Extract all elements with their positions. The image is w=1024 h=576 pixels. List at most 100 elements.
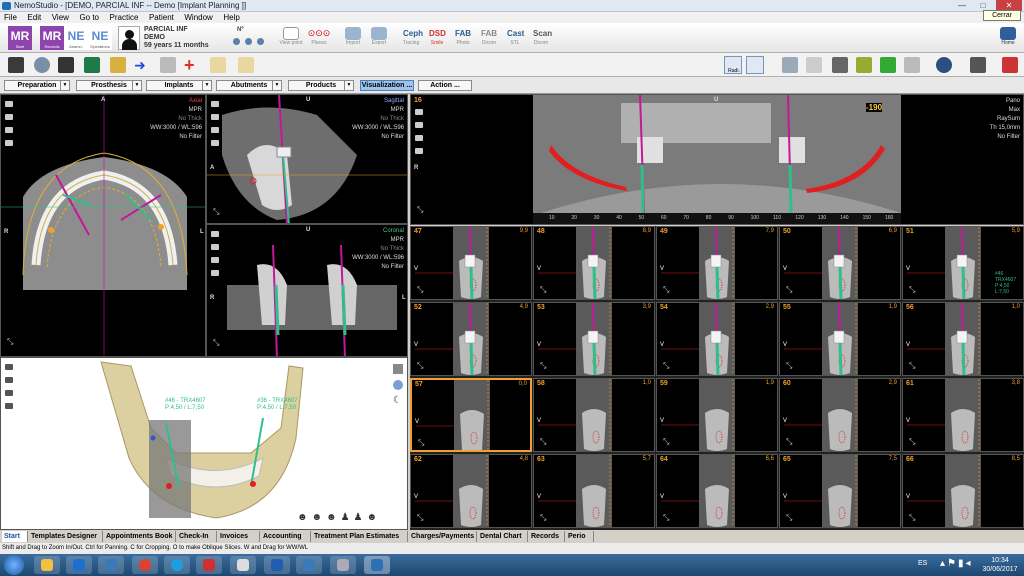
model-3d-view[interactable]: #46 - TRX4607 P:4,50 / L:7,50 #36 - TRX4…: [0, 357, 408, 530]
picture-icon[interactable]: [5, 377, 13, 383]
taskbar-outlook[interactable]: [264, 556, 290, 574]
start-tile[interactable]: MR Start: [8, 26, 32, 50]
face-views[interactable]: ☻☻☻♟♟☻: [297, 512, 381, 523]
crosshair-icon[interactable]: +: [184, 56, 200, 74]
picture-icon[interactable]: [415, 122, 423, 128]
implants-dropdown[interactable]: Implants ▼: [146, 80, 212, 91]
cross-section-52[interactable]: 52 4,9 V ⤡: [410, 302, 532, 376]
cross-section-48[interactable]: 48 8,9 V ⤡: [533, 226, 655, 300]
zoom-icon[interactable]: [160, 57, 176, 73]
axial-view[interactable]: A R L Axial MPR No Thick WW:3000 / WL:596 N…: [0, 94, 206, 357]
taskbar-teamviewer[interactable]: [66, 556, 92, 574]
camera-icon[interactable]: [5, 101, 13, 107]
pan-icon[interactable]: ⤡: [213, 338, 221, 347]
cross-section-55[interactable]: 55 1,9 V ⤡: [779, 302, 901, 376]
pan-icon[interactable]: ⤡: [909, 437, 917, 446]
cross-section-53[interactable]: 53 3,9 V ⤡: [533, 302, 655, 376]
picture-icon[interactable]: [211, 244, 219, 250]
radiology-button[interactable]: Radi.: [724, 56, 742, 74]
pan-icon[interactable]: ⤡: [540, 361, 548, 370]
abutments-dropdown[interactable]: Abutments ▼: [216, 80, 282, 91]
cross-section-56[interactable]: 56 1,0 V ⤡: [902, 302, 1024, 376]
menu-file[interactable]: File: [4, 13, 17, 22]
cross-section-60[interactable]: 60 2,9 V ⤡: [779, 378, 901, 452]
eraser-icon[interactable]: [238, 57, 254, 73]
pan-icon[interactable]: ⤡: [786, 437, 794, 446]
tab-dental-chart[interactable]: Dental Chart: [478, 531, 528, 542]
cross-section-57[interactable]: 57 0,0 V ⤡: [410, 378, 532, 452]
language-indicator[interactable]: ES: [918, 560, 927, 567]
reset-icon[interactable]: [415, 135, 423, 141]
ceph-button[interactable]: Ceph Tracing: [398, 27, 424, 51]
pan-icon[interactable]: ⤡: [540, 437, 548, 446]
cross-section-63[interactable]: 63 5,7 V ⤡: [533, 454, 655, 528]
pan-icon[interactable]: ⤡: [7, 337, 15, 346]
records-tile[interactable]: MR Records: [40, 26, 64, 50]
group-icon[interactable]: [257, 38, 264, 45]
eye-icon[interactable]: [936, 57, 952, 73]
taskbar-nemo[interactable]: [98, 556, 124, 574]
download-icon[interactable]: [5, 140, 13, 146]
menu-view[interactable]: View: [52, 13, 69, 22]
taskbar-explorer[interactable]: [34, 556, 60, 574]
menu-window[interactable]: Window: [184, 13, 212, 22]
pan-icon[interactable]: ⤡: [909, 361, 917, 370]
pan-icon[interactable]: ⤡: [663, 361, 671, 370]
person-icon[interactable]: [233, 38, 240, 45]
products-dropdown[interactable]: Products ▼: [288, 80, 354, 91]
taskbar-calc[interactable]: [230, 556, 256, 574]
pan-icon[interactable]: ⤡: [786, 285, 794, 294]
pan-icon[interactable]: ⤡: [909, 285, 917, 294]
pencil-icon[interactable]: [110, 57, 126, 73]
cross-section-58[interactable]: 58 1,0 V ⤡: [533, 378, 655, 452]
device-icon[interactable]: [970, 57, 986, 73]
screen-icon[interactable]: [84, 57, 100, 73]
pan-icon[interactable]: ⤡: [540, 513, 548, 522]
fab-photo-button[interactable]: FAB Photo: [450, 27, 476, 51]
photo-icon[interactable]: [904, 57, 920, 73]
download-icon[interactable]: [5, 403, 13, 409]
minimize-button[interactable]: —: [952, 0, 972, 11]
dsd-button[interactable]: DSD Smile: [424, 27, 450, 51]
cross-section-64[interactable]: 64 6,6 V ⤡: [656, 454, 778, 528]
cross-section-51[interactable]: 51 5,9 V ⤡ #46 TRX4607 P:4,50 L:7,50: [902, 226, 1024, 300]
pan-icon[interactable]: ⤡: [417, 513, 425, 522]
tab-charges-payments[interactable]: Charges/Payments: [409, 531, 477, 542]
monitor-icon[interactable]: [782, 57, 798, 73]
camera-icon[interactable]: [415, 109, 423, 115]
pan-icon[interactable]: ⤡: [663, 513, 671, 522]
start-button[interactable]: [4, 555, 24, 575]
cross-section-50[interactable]: 50 6,9 V ⤡: [779, 226, 901, 300]
taskbar-nemostudio[interactable]: [364, 556, 390, 574]
fab-dicom-button[interactable]: FAB Dicom: [476, 27, 502, 51]
picture-icon[interactable]: [5, 114, 13, 120]
arrow-right-icon[interactable]: ➜: [134, 57, 150, 73]
preparation-dropdown[interactable]: Preparation ▼: [4, 80, 70, 91]
tab-perio[interactable]: Perio: [566, 531, 594, 542]
reset-icon[interactable]: [211, 257, 219, 263]
taskbar-chrome[interactable]: [132, 556, 158, 574]
tab-check-in[interactable]: Check-In: [177, 531, 217, 542]
cross-section-66[interactable]: 66 8,5 V ⤡: [902, 454, 1024, 528]
camera-icon[interactable]: [211, 231, 219, 237]
tab-invoices[interactable]: Invoices: [218, 531, 260, 542]
prosthesis-dropdown[interactable]: Prosthesis ▼: [76, 80, 142, 91]
cross-section-65[interactable]: 65 7,5 V ⤡: [779, 454, 901, 528]
taskbar-nemo2[interactable]: [296, 556, 322, 574]
cross-section-61[interactable]: 61 3,8 V ⤡: [902, 378, 1024, 452]
coronal-view[interactable]: U R L Coronal MPR No Thick WW:3000 / WL:59…: [206, 224, 408, 357]
taskbar-skype[interactable]: [164, 556, 190, 574]
tab-accounting[interactable]: Accounting: [261, 531, 311, 542]
pan-icon[interactable]: ⤡: [909, 513, 917, 522]
reset-icon[interactable]: [211, 127, 219, 133]
print-icon[interactable]: [832, 57, 848, 73]
pan-icon[interactable]: ⤡: [213, 207, 221, 216]
operations-tile[interactable]: NE Operations: [88, 26, 112, 50]
layout-button[interactable]: [746, 56, 764, 74]
export-button[interactable]: Export: [366, 27, 392, 51]
sagittal-view[interactable]: U A Sagittal MPR No Thick WW:3000 / WL:596…: [206, 94, 408, 224]
moon-icon[interactable]: ☾: [393, 396, 403, 406]
gear-icon[interactable]: [34, 57, 50, 73]
pan-icon[interactable]: ⤡: [663, 285, 671, 294]
menu-goto[interactable]: Go to: [79, 13, 99, 22]
